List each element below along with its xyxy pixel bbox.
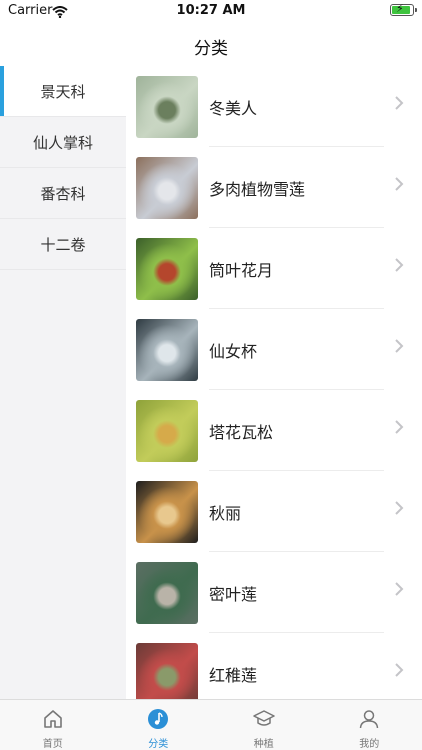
tab-mine[interactable]: 我的 (317, 700, 422, 750)
chevron-right-icon (394, 95, 404, 111)
home-icon (42, 708, 64, 730)
chevron-right-icon (394, 662, 404, 678)
chevron-right-icon (394, 257, 404, 273)
plant-thumbnail (136, 238, 198, 300)
plant-name: 秋丽 (209, 504, 242, 523)
plant-name: 冬美人 (209, 99, 258, 118)
tab-planting[interactable]: 种植 (211, 700, 317, 750)
plant-name: 仙女杯 (209, 342, 258, 361)
sidebar-item-fanxing[interactable]: 番杏科 (0, 168, 126, 219)
nav-bar: 分类 (0, 22, 422, 66)
plant-name: 红稚莲 (209, 666, 258, 685)
graduation-cap-icon (253, 708, 275, 730)
plant-thumbnail (136, 76, 198, 138)
music-note-icon (147, 708, 169, 730)
sidebar-item-label: 景天科 (40, 82, 86, 101)
battery-icon: ⚡ (390, 2, 417, 16)
chevron-right-icon (394, 338, 404, 354)
chevron-right-icon (394, 500, 404, 516)
plant-thumbnail (136, 643, 198, 699)
list-item[interactable]: 仙女杯 (126, 309, 422, 390)
chevron-right-icon (394, 419, 404, 435)
plant-name: 塔花瓦松 (209, 423, 274, 442)
plant-thumbnail (136, 400, 198, 462)
tab-label: 分类 (148, 739, 169, 750)
list-item[interactable]: 塔花瓦松 (126, 390, 422, 471)
category-sidebar: 景天科 仙人掌科 番杏科 十二卷 (0, 66, 126, 699)
sidebar-item-shierjuan[interactable]: 十二卷 (0, 219, 126, 270)
list-item[interactable]: 密叶莲 (126, 552, 422, 633)
list-item[interactable]: 筒叶花月 (126, 228, 422, 309)
page-title: 分类 (194, 39, 228, 59)
sidebar-item-label: 番杏科 (40, 184, 86, 203)
status-bar: Carrier 10:27 AM ⚡ (0, 0, 422, 22)
plant-name: 筒叶花月 (209, 261, 274, 280)
tab-label: 种植 (253, 739, 274, 750)
tab-category[interactable]: 分类 (106, 700, 212, 750)
list-item[interactable]: 红稚莲 (126, 633, 422, 699)
chevron-right-icon (394, 581, 404, 597)
plant-thumbnail (136, 319, 198, 381)
sidebar-item-jingtian[interactable]: 景天科 (0, 66, 126, 117)
plant-list: 冬美人 多肉植物雪莲 筒叶花月 仙女杯 塔花瓦松 秋丽 密叶莲 红稚莲 (126, 66, 422, 699)
tab-bar: 首页 分类 种植 我的 (0, 699, 422, 750)
tab-label: 我的 (359, 739, 380, 750)
chevron-right-icon (394, 176, 404, 192)
status-time: 10:27 AM (176, 3, 246, 18)
list-item[interactable]: 冬美人 (126, 66, 422, 147)
tab-label: 首页 (42, 739, 63, 750)
plant-thumbnail (136, 562, 198, 624)
plant-name: 密叶莲 (209, 585, 258, 604)
sidebar-item-label: 仙人掌科 (32, 133, 93, 152)
user-icon (358, 708, 380, 730)
list-item[interactable]: 多肉植物雪莲 (126, 147, 422, 228)
plant-thumbnail (136, 157, 198, 219)
sidebar-item-label: 十二卷 (40, 235, 86, 254)
tab-home[interactable]: 首页 (0, 700, 106, 750)
sidebar-item-xianrenzhang[interactable]: 仙人掌科 (0, 117, 126, 168)
list-item[interactable]: 秋丽 (126, 471, 422, 552)
plant-thumbnail (136, 481, 198, 543)
plant-name: 多肉植物雪莲 (209, 180, 306, 199)
